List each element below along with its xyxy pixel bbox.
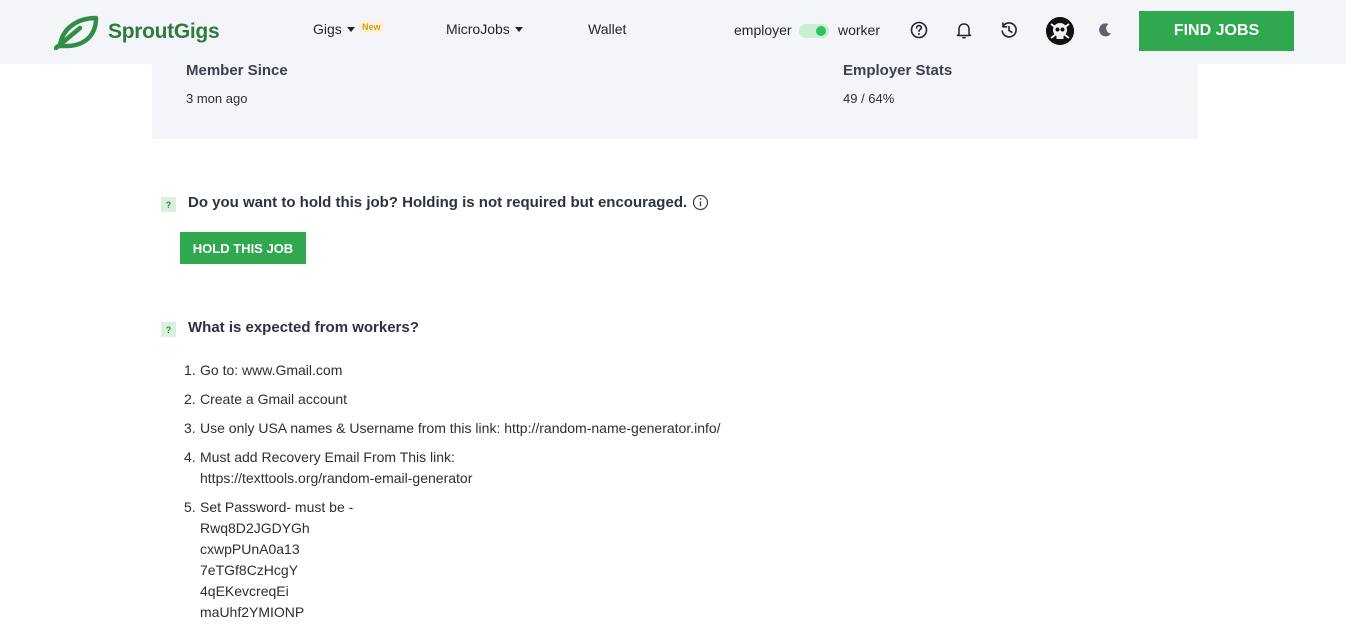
hold-question-text: Do you want to hold this job? Holding is… [188,194,688,211]
step-number: 1. [184,362,196,378]
new-badge: New [359,21,384,33]
employer-stats-label: Employer Stats [843,62,953,79]
step-number: 5. [184,499,196,515]
leaf-logo-icon [54,15,99,50]
employer-stats-panel: Member Since 3 mon ago Employer Stats 49… [152,62,1198,139]
top-navbar: SproutGigs Gigs New MicroJobs Wallet emp… [0,0,1346,64]
moon-icon[interactable] [1095,20,1115,40]
instruction-step: 2. Create a Gmail account [184,389,884,410]
chevron-down-icon [514,26,523,32]
step-number: 4. [184,449,196,465]
step-line: Must add Recovery Email From This link: [200,449,455,465]
hold-this-job-button[interactable]: HOLD THIS JOB [180,232,306,264]
step-line: cxwpPUnA0a13 [200,541,300,557]
step-text: Create a Gmail account [200,389,347,410]
nav-wallet-label: Wallet [588,21,627,37]
step-line: https://texttools.org/random-email-gener… [200,470,473,486]
question-badge: ? [161,197,176,212]
nav-microjobs[interactable]: MicroJobs [446,21,523,37]
expected-question: What is expected from workers? [188,319,419,336]
step-line: 4qEKevcreqEi [200,583,289,599]
avatar[interactable] [1046,17,1074,45]
employer-stats-value: 49 / 64% [843,91,895,106]
step-line: Set Password- must be - [200,499,354,515]
find-jobs-button[interactable]: FIND JOBS [1139,11,1294,51]
step-line: Use only USA names & Username from this … [200,420,721,436]
nav-microjobs-label: MicroJobs [446,21,510,37]
skull-avatar-icon [1046,17,1074,45]
role-toggle[interactable] [799,24,829,38]
question-badge: ? [161,322,176,337]
step-number: 3. [184,420,196,436]
expected-question-text: What is expected from workers? [188,319,419,336]
brand-name: SproutGigs [108,20,220,43]
nav-wallet[interactable]: Wallet [588,21,626,37]
nav-gigs-label: Gigs [313,21,342,37]
member-since-value: 3 mon ago [186,91,248,106]
hold-question: Do you want to hold this job? Holding is… [188,194,709,211]
step-number: 2. [184,391,196,407]
step-text: Must add Recovery Email From This link: h… [200,447,472,489]
toggle-knob [816,26,826,36]
instruction-step: 4. Must add Recovery Email From This link… [184,447,884,489]
step-line: 7eTGf8CzHcgY [200,562,299,578]
bell-icon[interactable] [954,20,974,40]
sproutgigs-logo[interactable]: SproutGigs [54,14,220,50]
step-line: maUhf2YMIONP [200,604,305,620]
step-line: Create a Gmail account [200,391,348,407]
help-icon[interactable] [909,20,929,40]
info-icon[interactable] [692,194,709,211]
chevron-down-icon [346,26,355,32]
step-line: Go to: www.Gmail.com [200,362,343,378]
step-text: Use only USA names & Username from this … [200,418,721,439]
step-text: Go to: www.Gmail.com [200,360,342,381]
instruction-step: 1. Go to: www.Gmail.com [184,360,884,381]
role-worker-label: worker [838,22,881,38]
step-text: Set Password- must be - Rwq8D2JGDYGh cxwpP… [200,497,353,623]
nav-gigs[interactable]: Gigs [313,21,355,37]
member-since-label: Member Since [186,62,288,79]
instruction-step: 3. Use only USA names & Username from thi… [184,418,884,439]
instruction-step: 5. Set Password- must be - Rwq8D2JGDYGh cxw… [184,497,884,623]
instructions-list: 1. Go to: www.Gmail.com 2. Create a Gmail a… [184,360,884,631]
history-icon[interactable] [999,20,1019,40]
step-line: Rwq8D2JGDYGh [200,520,310,536]
role-employer-label: employer [734,22,792,38]
